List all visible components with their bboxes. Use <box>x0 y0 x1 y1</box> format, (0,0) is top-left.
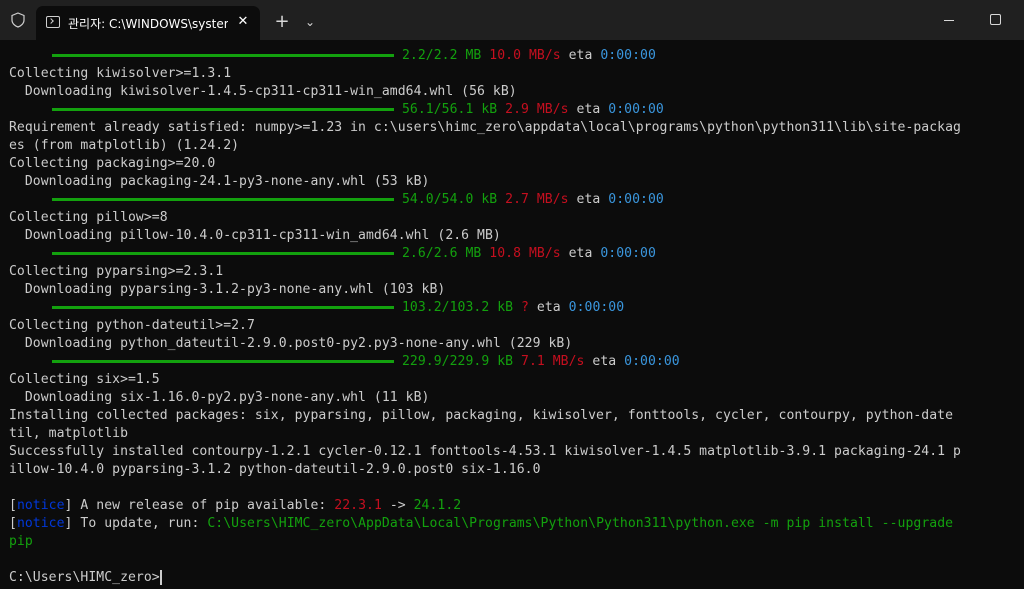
output-line: Downloading packaging-24.1-py3-none-any.… <box>9 174 430 189</box>
output-line: Collecting pillow>=8 <box>9 210 168 225</box>
shield-icon <box>11 12 25 28</box>
output-line: Requirement already satisfied: numpy>=1.… <box>9 120 961 135</box>
output-line: til, matplotlib <box>9 426 128 441</box>
title-bar: 관리자: C:\WINDOWS\syster ✕ + ⌄ <box>0 0 1024 40</box>
progress-line: 103.2/103.2 kB ? eta 0:00:00 <box>402 300 625 315</box>
output-line: Downloading pyparsing-3.1.2-py3-none-any… <box>9 282 446 297</box>
progress-line: 54.0/54.0 kB 2.7 MB/s eta 0:00:00 <box>402 192 664 207</box>
text-cursor <box>159 570 162 585</box>
progress-line: 2.2/2.2 MB 10.0 MB/s eta 0:00:00 <box>402 48 656 63</box>
output-line: Collecting python-dateutil>=2.7 <box>9 318 255 333</box>
progress-line: 2.6/2.6 MB 10.8 MB/s eta 0:00:00 <box>402 246 656 261</box>
output-line: Collecting six>=1.5 <box>9 372 160 387</box>
progress-bar <box>52 54 394 57</box>
new-tab-button[interactable]: + <box>268 8 296 36</box>
progress-line: 56.1/56.1 kB 2.9 MB/s eta 0:00:00 <box>402 102 664 117</box>
close-tab-icon[interactable]: ✕ <box>234 13 252 31</box>
pip-notice-line: [notice] To update, run: C:\Users\HIMC_z… <box>9 516 954 531</box>
output-line: Collecting packaging>=20.0 <box>9 156 216 171</box>
progress-bar <box>52 360 394 363</box>
output-line: Installing collected packages: six, pypa… <box>9 408 954 423</box>
terminal-output[interactable]: 2.2/2.2 MB 10.0 MB/s eta 0:00:00 Collect… <box>0 40 1024 589</box>
prompt-text: C:\Users\HIMC_zero> <box>9 570 160 585</box>
output-line: Collecting kiwisolver>=1.3.1 <box>9 66 232 81</box>
output-line: Downloading python_dateutil-2.9.0.post0-… <box>9 336 573 351</box>
progress-bar <box>52 252 394 255</box>
terminal-tab[interactable]: 관리자: C:\WINDOWS\syster ✕ <box>36 6 260 40</box>
progress-line: 229.9/229.9 kB 7.1 MB/s eta 0:00:00 <box>402 354 680 369</box>
output-line: illow-10.4.0 pyparsing-3.1.2 python-date… <box>9 462 541 477</box>
pip-notice-wrap: pip <box>9 534 33 549</box>
progress-bar <box>52 198 394 201</box>
output-line: Downloading kiwisolver-1.4.5-cp311-cp311… <box>9 84 517 99</box>
progress-bar <box>52 306 394 309</box>
chevron-down-icon[interactable]: ⌄ <box>296 8 324 36</box>
maximize-button[interactable] <box>972 0 1018 40</box>
output-line: Successfully installed contourpy-1.2.1 c… <box>9 444 961 459</box>
output-line: Collecting pyparsing>=2.3.1 <box>9 264 224 279</box>
minimize-button[interactable] <box>926 0 972 40</box>
progress-bar <box>52 108 394 111</box>
output-line: Downloading pillow-10.4.0-cp311-cp311-wi… <box>9 228 501 243</box>
output-line: es (from matplotlib) (1.24.2) <box>9 138 240 153</box>
pip-notice-line: [notice] A new release of pip available:… <box>9 498 462 513</box>
tab-title: 관리자: C:\WINDOWS\syster <box>68 17 228 31</box>
output-line: Downloading six-1.16.0-py2.py3-none-any.… <box>9 390 430 405</box>
command-prompt[interactable]: C:\Users\HIMC_zero> <box>9 569 162 587</box>
terminal-icon <box>46 16 60 28</box>
